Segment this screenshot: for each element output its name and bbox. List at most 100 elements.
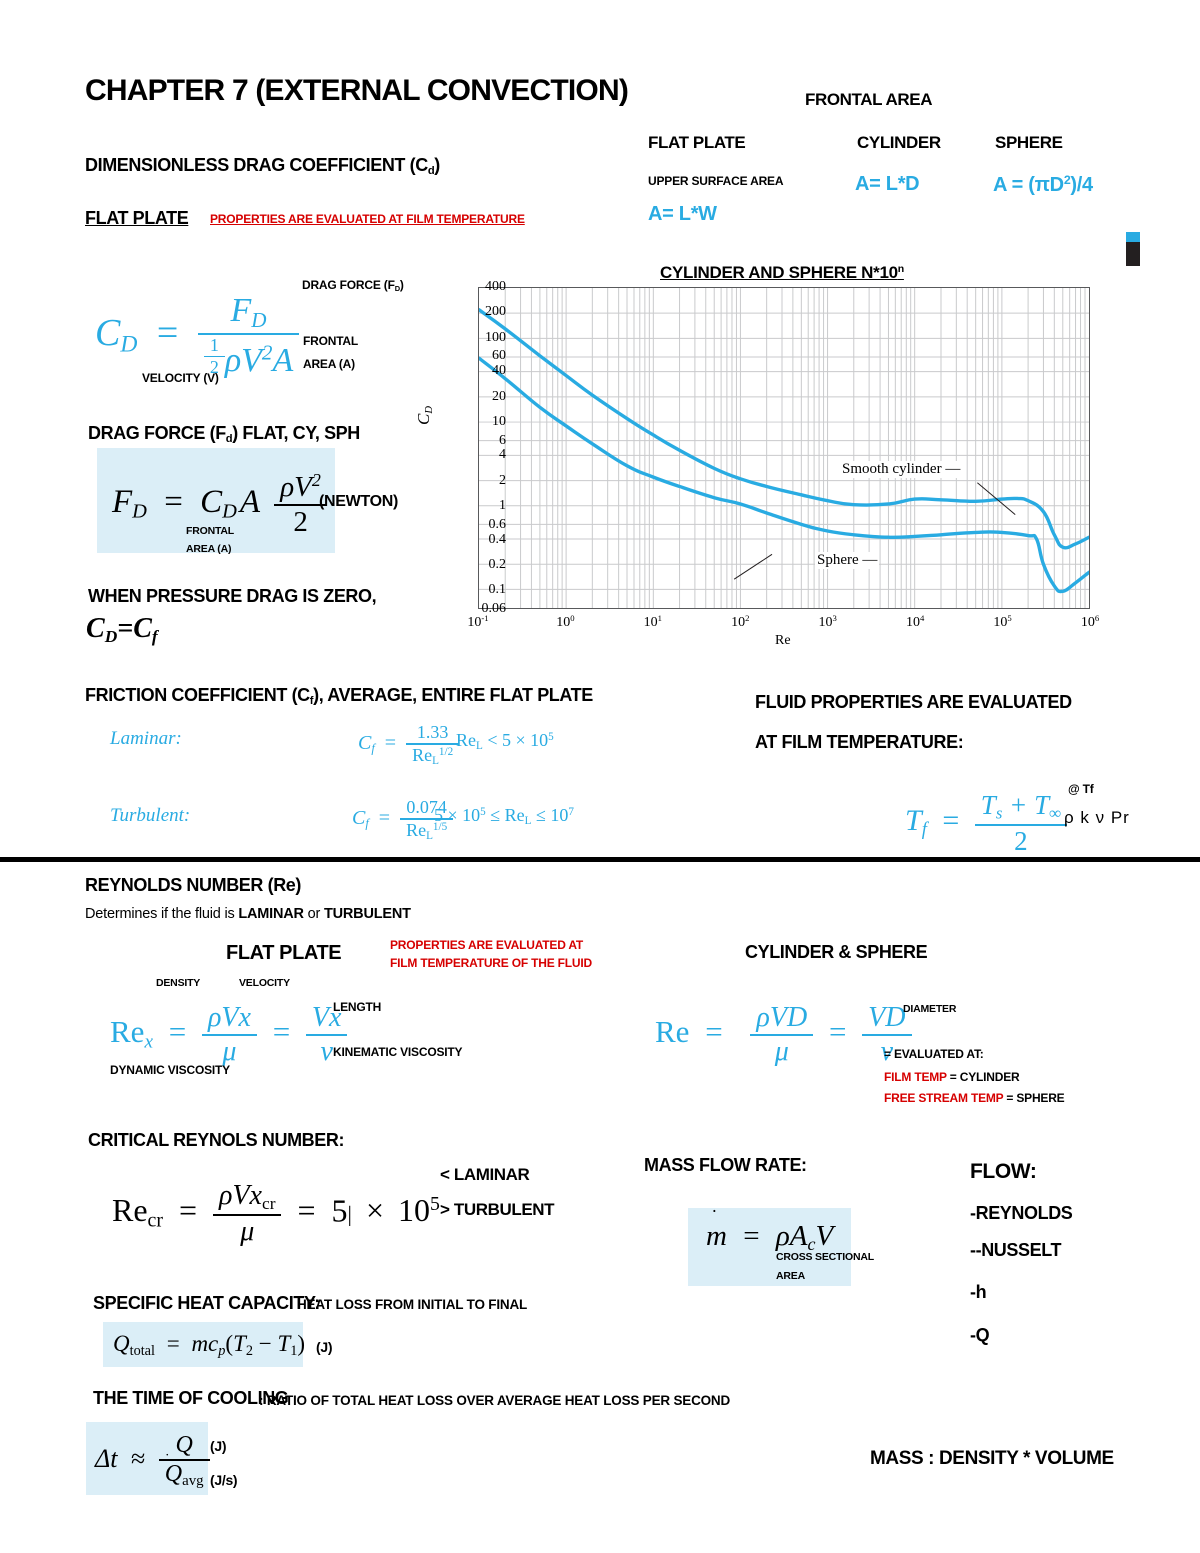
reynolds-number-heading: REYNOLDS NUMBER (Re)	[85, 875, 302, 895]
fd-lhs: FD	[112, 484, 147, 523]
laminar-label: Laminar:	[110, 728, 182, 749]
cd-equals-cf-formula: CD=Cf	[86, 613, 158, 646]
reynolds-props-note-line2: FILM TEMPERATURE OF THE FLUID	[390, 956, 592, 970]
drag-coefficient-chart: CYLINDER AND SPHERE N*10n CD 400 200 100 60…	[414, 263, 1120, 655]
turbulent-condition: 5 × 105 ≤ ReL ≤ 107	[434, 805, 574, 828]
critical-reynolds-formula: Recr = ρVxcr μ = 5| × 105	[112, 1180, 440, 1247]
chart-svg	[479, 288, 1089, 608]
flow-item-reynolds: -REYNOLDS	[970, 1203, 1073, 1223]
chart-x-tick: 10-1	[467, 613, 489, 630]
kinematic-viscosity-annotation: KINEMATIC VISCOSITY	[333, 1045, 463, 1059]
cd-fraction: FD 1 2 ρV2A	[197, 292, 300, 380]
marker-tip	[1126, 232, 1140, 242]
flow-item-q: -Q	[970, 1325, 990, 1345]
cd-numerator: FD	[230, 292, 267, 332]
specific-heat-unit: (J)	[316, 1339, 333, 1355]
reynolds-props-note-line1: PROPERTIES ARE EVALUATED AT	[390, 938, 584, 952]
page-title: CHAPTER 7 (EXTERNAL CONVECTION)	[85, 74, 629, 107]
chart-gridlines	[479, 288, 1089, 608]
reynolds-flat-plate-label: FLAT PLATE	[226, 942, 342, 964]
mass-flow-rate-heading: MASS FLOW RATE:	[644, 1155, 807, 1175]
frontal-area-col-sphere: SPHERE	[995, 133, 1063, 152]
fluid-properties-line2: AT FILM TEMPERATURE:	[755, 732, 964, 752]
length-annotation: LENGTH	[333, 1000, 382, 1014]
cross-sectional-annotation-1: CROSS SECTIONAL	[776, 1251, 874, 1263]
frontal-area-col-flat-plate: FLAT PLATE	[648, 133, 746, 152]
chart-y-tick: 6	[499, 432, 506, 448]
chart-plot-area	[478, 287, 1090, 609]
chart-x-tick: 102	[731, 613, 750, 630]
chart-y-tick: 40	[492, 363, 506, 379]
highlighter-marker-icon	[1126, 232, 1140, 266]
chart-y-tick: 200	[485, 304, 506, 320]
critical-reynolds-heading: CRITICAL REYNOLS NUMBER:	[88, 1130, 345, 1150]
cylinder-sphere-label: CYLINDER & SPHERE	[745, 942, 928, 962]
flat-plate-area-formula: A= L*W	[648, 203, 717, 225]
drag-force-annotation: DRAG FORCE (FD)	[302, 278, 404, 294]
fd-cd: CD	[200, 484, 237, 523]
sphere-area-formula-post: )/4	[1070, 173, 1093, 196]
velocity-annotation: VELOCITY (V)	[142, 371, 219, 385]
chart-y-axis-label: CD	[414, 406, 435, 425]
chart-y-tick: 1	[499, 498, 506, 514]
marker-body	[1126, 242, 1140, 266]
cylinder-sphere-re-formula: Re = ρVD μ = VD ν	[655, 1002, 912, 1068]
evaluated-at-label: = EVALUATED AT:	[884, 1047, 984, 1061]
fd-area-annotation: AREA (A)	[186, 543, 232, 555]
flow-heading: FLOW:	[970, 1160, 1037, 1183]
chart-x-tick: 101	[643, 613, 663, 630]
cross-sectional-annotation-2: AREA	[776, 1270, 805, 1282]
cd-equals: =	[156, 311, 179, 354]
fluid-properties-symbols: ρ k ν Pr	[1064, 808, 1130, 827]
free-stream-sphere-note: FREE STREAM TEMP = SPHERE	[884, 1091, 1065, 1105]
chart-y-tick: 400	[485, 279, 506, 294]
chart-y-tick: 0.1	[488, 582, 507, 598]
at-tf-annotation: @ Tf	[1068, 782, 1094, 796]
turbulent-condition-note: > TURBULENT	[440, 1200, 555, 1219]
chart-series-label: Smooth cylinder —	[840, 461, 963, 478]
chart-x-tick: 100	[556, 613, 575, 630]
cooling-time-unit-num: (J)	[210, 1438, 227, 1454]
chart-y-tick: 100	[485, 329, 506, 345]
friction-coefficient-heading: FRICTION COEFFICIENT (Cf), AVERAGE, ENTI…	[85, 685, 593, 708]
chart-y-tick: 4	[499, 447, 506, 463]
chart-x-tick: 106	[1080, 613, 1100, 630]
cooling-time-unit-den: (J/s)	[210, 1472, 238, 1488]
drag-force-heading: DRAG FORCE (Fd) FLAT, CY, SPH	[88, 423, 360, 446]
reynolds-x-formula: Rex = ρVx μ = Vx ν	[110, 1002, 348, 1068]
chart-y-tick: 0.4	[488, 531, 507, 547]
turbulent-label: Turbulent:	[110, 805, 191, 826]
chart-x-tick: 104	[905, 613, 925, 630]
pressure-drag-note: WHEN PRESSURE DRAG IS ZERO,	[88, 586, 377, 606]
chart-y-tick: 60	[492, 348, 506, 364]
laminar-condition-note: < LAMINAR	[440, 1165, 530, 1184]
specific-heat-note: HEAT LOSS FROM INITIAL TO FINAL	[297, 1297, 528, 1312]
area-annotation: AREA (A)	[303, 357, 355, 371]
drag-coefficient-heading: DIMENSIONLESS DRAG COEFFICIENT (Cd)	[85, 155, 440, 177]
sphere-area-formula-pre: A = (πD	[993, 173, 1064, 196]
chart-y-tick: 10	[492, 413, 506, 429]
chart-y-tick: 20	[492, 388, 506, 404]
fd-area: A	[239, 484, 261, 521]
mdot: m ˙	[706, 1206, 727, 1252]
diameter-annotation: DIAMETER	[903, 1003, 957, 1015]
chart-x-tick: 103	[818, 613, 837, 630]
mass-definition-note: MASS : DENSITY * VOLUME	[870, 1448, 1114, 1469]
frontal-annotation: FRONTAL	[303, 334, 359, 348]
cylinder-area-formula: A= L*D	[855, 173, 920, 195]
fd-frontal-annotation: FRONTAL	[186, 525, 234, 537]
newton-unit: (NEWTON)	[319, 493, 399, 510]
reynolds-subtitle: Determines if the fluid is LAMINAR or TU…	[85, 906, 411, 922]
properties-film-temp-note: PROPERTIES ARE EVALUATED AT FILM TEMPERA…	[210, 212, 525, 226]
frontal-area-col-cylinder: CYLINDER	[857, 133, 941, 152]
chart-series-label: Sphere —	[815, 552, 880, 569]
flow-item-nusselt: --NUSSELT	[970, 1240, 1062, 1260]
section-divider	[0, 857, 1200, 862]
chart-title: CYLINDER AND SPHERE N*10n	[660, 263, 904, 282]
chart-y-tick: 0.6	[488, 516, 507, 532]
fd-equals: =	[164, 484, 183, 521]
cd-lhs: CD	[95, 311, 138, 358]
cooling-time-note: : RATIO OF TOTAL HEAT LOSS OVER AVERAGE …	[259, 1393, 731, 1408]
specific-heat-heading: SPECIFIC HEAT CAPACITY:	[93, 1293, 320, 1313]
chart-x-axis-label: Re	[775, 633, 791, 648]
